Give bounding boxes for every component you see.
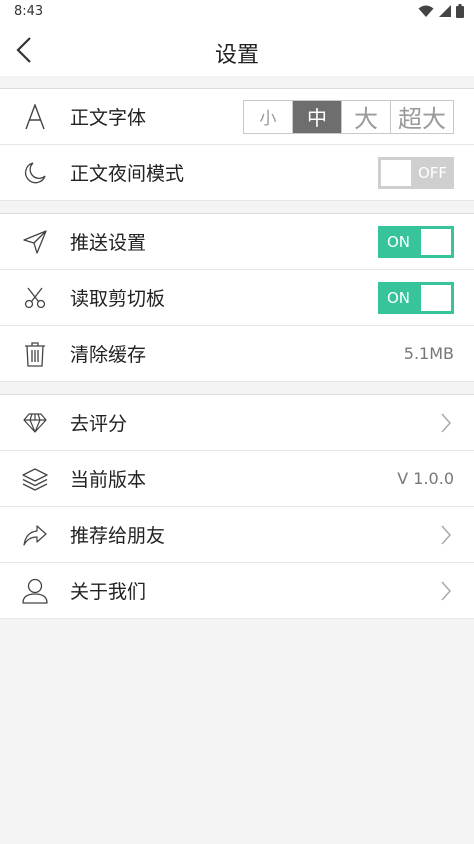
chevron-right-icon [441,525,452,544]
version-value: V 1.0.0 [397,469,454,488]
page-title: 设置 [214,43,259,68]
row-label: 当前版本 [70,469,147,491]
row-label: 去评分 [70,413,128,435]
section-divider [0,76,474,89]
font-size-large[interactable]: 大 [341,100,390,133]
status-bar: 8:43 [0,0,474,24]
row-label: 读取剪切板 [70,288,166,310]
status-icons [418,4,464,18]
row-label: 关于我们 [70,581,147,603]
nav-bar: 设置 [0,24,474,76]
trash-icon [20,339,50,369]
toggle-knob [421,284,451,311]
row-clear-cache[interactable]: 清除缓存 5.1MB [0,326,474,382]
chevron-right-icon [441,413,452,432]
cache-size-value: 5.1MB [403,344,454,363]
toggle-knob [421,228,451,255]
settings-group-display: 正文字体 小 中 大 超大 正文夜间模式 OFF [0,89,474,201]
chevron-right-icon [441,581,452,600]
row-label: 推送设置 [70,232,147,254]
section-divider [0,201,474,214]
moon-icon [20,158,50,188]
row-current-version: 当前版本 V 1.0.0 [0,451,474,507]
toggle-knob [381,159,411,186]
toggle-state: OFF [417,163,447,182]
toggle-state: ON [387,288,411,307]
row-recommend-friends[interactable]: 推荐给朋友 [0,507,474,563]
font-size-small[interactable]: 小 [244,101,292,133]
row-label: 清除缓存 [70,344,147,366]
user-icon [20,576,50,606]
row-label: 推荐给朋友 [70,525,166,547]
row-rate-app[interactable]: 去评分 [0,395,474,451]
section-divider [0,382,474,395]
status-time: 8:43 [14,4,44,19]
font-size-medium[interactable]: 中 [292,100,341,133]
wifi-icon [418,5,434,17]
layers-icon [20,464,50,494]
settings-group-about: 去评分 当前版本 V 1.0.0 推荐给朋友 关于我们 [0,395,474,619]
signal-icon [439,5,451,17]
row-body-font: 正文字体 小 中 大 超大 [0,89,474,145]
night-mode-toggle[interactable]: OFF [378,156,454,189]
read-clipboard-toggle[interactable]: ON [378,281,454,314]
row-read-clipboard: 读取剪切板 ON [0,270,474,326]
push-settings-toggle[interactable]: ON [378,225,454,258]
settings-group-system: 推送设置 ON 读取剪切板 ON 清除缓存 5.1MB [0,214,474,382]
battery-icon [456,4,464,18]
row-label: 正文夜间模式 [70,163,185,185]
font-size-extra-large[interactable]: 超大 [390,100,453,133]
row-push-settings: 推送设置 ON [0,214,474,270]
row-about-us[interactable]: 关于我们 [0,563,474,619]
send-arrow-icon [20,227,50,257]
row-label: 正文字体 [70,107,147,129]
diamond-icon [20,408,50,438]
scissors-icon [20,283,50,313]
row-night-mode: 正文夜间模式 OFF [0,145,474,201]
share-arrow-icon [20,520,50,550]
font-size-segment: 小 中 大 超大 [243,99,454,134]
toggle-state: ON [387,232,411,251]
font-a-icon [20,102,50,132]
